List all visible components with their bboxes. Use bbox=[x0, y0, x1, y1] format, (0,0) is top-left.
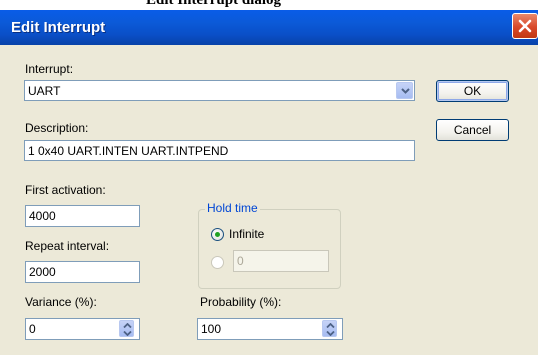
first-activation-input[interactable]: 4000 bbox=[25, 205, 140, 227]
variance-label: Variance (%): bbox=[25, 295, 97, 309]
description-input[interactable]: 1 0x40 UART.INTEN UART.INTPEND bbox=[24, 140, 415, 161]
chevron-down-icon bbox=[401, 88, 410, 94]
probability-spinner[interactable] bbox=[322, 320, 337, 337]
page-caption-remnant: Edit Interrupt dialog bbox=[0, 0, 538, 10]
description-value: 1 0x40 UART.INTEN UART.INTPEND bbox=[28, 144, 229, 158]
hold-time-infinite-radio[interactable] bbox=[211, 228, 224, 241]
interrupt-select-value: UART bbox=[28, 84, 61, 98]
dialog-title: Edit Interrupt bbox=[11, 19, 106, 36]
repeat-interval-value: 2000 bbox=[29, 265, 56, 279]
first-activation-value: 4000 bbox=[29, 209, 56, 223]
interrupt-select[interactable]: UART bbox=[24, 80, 415, 101]
cancel-button[interactable]: Cancel bbox=[436, 119, 509, 141]
hold-time-infinite-label: Infinite bbox=[229, 227, 265, 241]
page-caption: Edit Interrupt dialog bbox=[146, 0, 282, 8]
probability-label: Probability (%): bbox=[200, 295, 282, 309]
hold-time-legend: Hold time bbox=[205, 201, 260, 215]
radio-selected-dot bbox=[215, 232, 220, 237]
variance-value: 0 bbox=[29, 322, 36, 336]
spin-down-icon bbox=[123, 331, 132, 336]
probability-value: 100 bbox=[201, 322, 222, 336]
hold-time-custom-input[interactable]: 0 bbox=[233, 250, 329, 272]
spin-up-icon bbox=[326, 323, 335, 328]
spin-up-icon bbox=[123, 323, 132, 328]
spin-down-icon bbox=[326, 331, 335, 336]
hold-time-custom-radio[interactable] bbox=[211, 256, 224, 269]
ok-button[interactable]: OK bbox=[436, 80, 509, 102]
interrupt-label: Interrupt: bbox=[25, 62, 74, 76]
hold-time-custom-value: 0 bbox=[237, 254, 244, 268]
close-button[interactable] bbox=[512, 13, 538, 39]
first-activation-label: First activation: bbox=[25, 183, 106, 197]
hold-time-group bbox=[198, 209, 341, 289]
close-icon bbox=[518, 19, 532, 33]
variance-spinner[interactable] bbox=[119, 320, 134, 337]
repeat-interval-label: Repeat interval: bbox=[25, 239, 110, 253]
interrupt-dropdown-button[interactable] bbox=[396, 82, 413, 99]
repeat-interval-input[interactable]: 2000 bbox=[25, 261, 140, 283]
description-label: Description: bbox=[25, 121, 89, 135]
